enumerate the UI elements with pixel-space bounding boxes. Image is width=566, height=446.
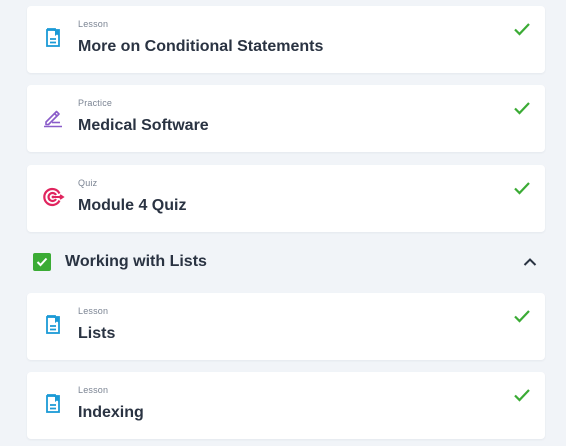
- completed-check-icon: [513, 20, 531, 38]
- target-icon: [41, 185, 65, 209]
- chevron-up-icon[interactable]: [522, 254, 538, 270]
- completed-check-icon: [513, 179, 531, 197]
- module-item-indexing[interactable]: Lesson Indexing: [27, 372, 545, 439]
- item-type-label: Lesson: [78, 306, 109, 316]
- lesson-icon: [41, 313, 65, 337]
- section-completed-checkbox-icon: [33, 253, 51, 271]
- pencil-icon: [41, 105, 65, 129]
- item-title: More on Conditional Statements: [78, 38, 324, 55]
- item-title: Medical Software: [78, 117, 209, 134]
- module-item-lists[interactable]: Lesson Lists: [27, 293, 545, 360]
- section-header-working-with-lists[interactable]: Working with Lists: [27, 240, 545, 284]
- item-type-label: Lesson: [78, 385, 109, 395]
- completed-check-icon: [513, 386, 531, 404]
- section-title: Working with Lists: [65, 253, 207, 270]
- module-item-medical-software[interactable]: Practice Medical Software: [27, 85, 545, 152]
- module-item-more-on-conditional-statements[interactable]: Lesson More on Conditional Statements: [27, 6, 545, 73]
- item-type-label: Lesson: [78, 19, 109, 29]
- item-title: Lists: [78, 325, 116, 342]
- item-type-label: Quiz: [78, 178, 98, 188]
- item-title: Indexing: [78, 404, 144, 421]
- item-type-label: Practice: [78, 98, 113, 108]
- completed-check-icon: [513, 99, 531, 117]
- item-title: Module 4 Quiz: [78, 197, 187, 214]
- completed-check-icon: [513, 307, 531, 325]
- lesson-icon: [41, 392, 65, 416]
- module-item-module-4-quiz[interactable]: Quiz Module 4 Quiz: [27, 165, 545, 232]
- lesson-icon: [41, 26, 65, 50]
